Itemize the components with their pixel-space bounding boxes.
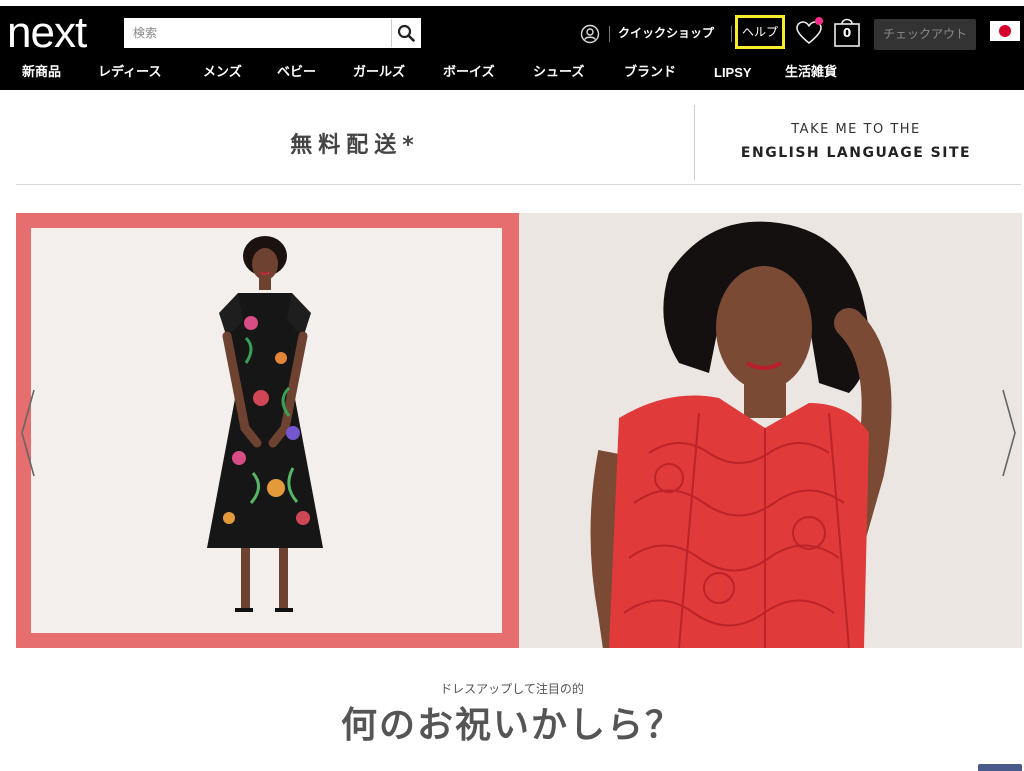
nav-item-mens[interactable]: メンズ [203,64,242,82]
nav-item-home[interactable]: 生活雑貨 [785,64,837,82]
nav-item-new[interactable]: 新商品 [22,64,61,82]
carousel-next-arrow-icon[interactable] [999,388,1019,478]
wishlist-indicator-dot [815,17,823,25]
hero-image-floral-dress[interactable] [31,228,502,633]
next-logo[interactable]: next [7,11,87,55]
carousel-prev-arrow-icon[interactable] [18,388,38,478]
header-divider [731,26,732,42]
nav-item-boys[interactable]: ボーイズ [443,64,495,82]
hero-carousel[interactable] [16,213,1022,648]
nav-item-lipsy[interactable]: LIPSY [714,64,752,82]
nav-item-ladies[interactable]: レディース [98,64,161,82]
english-site-link[interactable]: TAKE ME TO THE ENGLISH LANGUAGE SITE [700,120,1012,166]
promo-divider [694,105,695,180]
nav-item-baby[interactable]: ベビー [277,64,316,82]
nav-item-shoes[interactable]: シューズ [533,64,584,82]
section-headline: 何のお祝いかしら？ [340,705,683,746]
account-icon[interactable] [580,24,600,44]
english-site-line1: TAKE ME TO THE [791,122,921,137]
help-link[interactable]: ヘルプ [735,15,785,49]
english-site-line2: ENGLISH LANGUAGE SITE [740,145,972,161]
main-nav: 新商品 レディース メンズ ベビー ガールズ ボーイズ シューズ ブランド LI… [0,64,1024,88]
search-box [124,18,421,48]
quickshop-link[interactable]: クイックショップ [618,25,714,41]
japan-flag-icon[interactable] [990,21,1020,41]
promo-underline [16,184,1021,185]
free-shipping-text: 無料配送* [290,133,420,158]
floating-widget-edge[interactable] [978,764,1022,771]
nav-item-brands[interactable]: ブランド [624,64,676,82]
checkout-button[interactable]: チェックアウト [874,19,976,50]
search-input[interactable] [125,19,391,47]
search-button[interactable] [391,19,420,47]
header-divider [609,26,610,42]
bag-count: 0 [842,26,852,40]
search-icon [397,24,415,42]
nav-item-girls[interactable]: ガールズ [353,64,405,82]
site-header: next クイックショップ ヘルプ 0 チェックアウト 新商品 レディース メン… [0,6,1024,90]
free-shipping-banner[interactable]: 無料配送* [16,104,694,182]
hero-image-red-lace-dress[interactable] [519,213,1022,648]
section-subtitle: ドレスアップして注目の的 [440,682,584,696]
